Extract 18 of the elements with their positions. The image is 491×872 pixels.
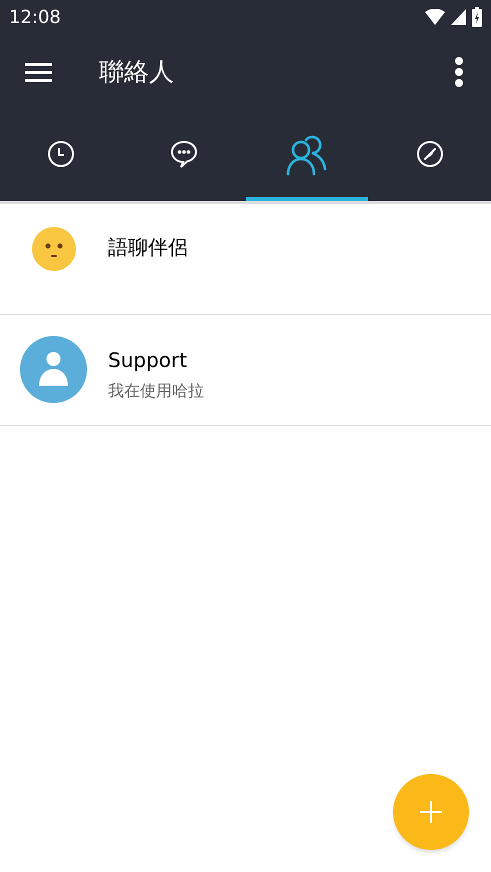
- signal-icon: [451, 9, 466, 25]
- chat-icon: [169, 138, 200, 168]
- menu-icon: [24, 62, 52, 82]
- contact-status: 我在使用哈拉: [108, 380, 204, 402]
- contact-name: 語聊伴侶: [108, 234, 188, 261]
- plus-icon: [420, 801, 442, 823]
- battery-icon: [472, 7, 482, 27]
- contact-row[interactable]: Support 我在使用哈拉: [0, 315, 491, 426]
- contact-row[interactable]: 語聊伴侶: [0, 204, 491, 315]
- person-avatar-icon: [20, 336, 87, 403]
- status-time: 12:08: [9, 6, 61, 30]
- app-title: 聯絡人: [99, 56, 175, 88]
- more-options-icon: [454, 57, 464, 87]
- clock-icon: [47, 140, 76, 168]
- compass-icon: [416, 140, 444, 168]
- wifi-icon: [425, 9, 445, 25]
- smiley-avatar-icon: [30, 226, 76, 272]
- contact-name: Support: [108, 347, 188, 374]
